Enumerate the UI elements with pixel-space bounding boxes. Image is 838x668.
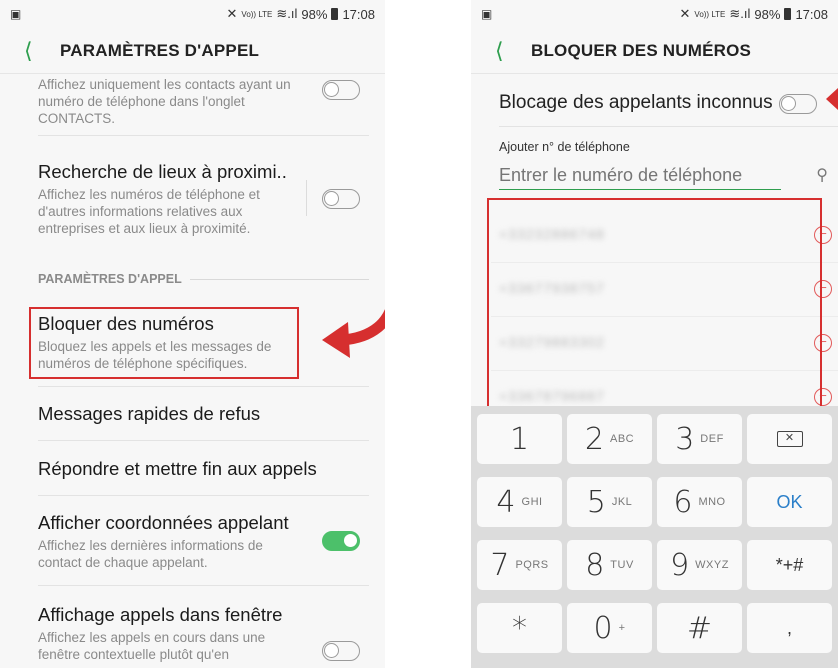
red-arrow-icon [322, 308, 385, 358]
setting-description: Affichez les numéros de téléphone et d'a… [38, 187, 260, 236]
battery-level: 98% [301, 6, 328, 22]
wifi-signal-icon: ≋.ıl [729, 6, 751, 21]
setting-answer-end-calls[interactable]: Répondre et mettre fin aux appels [38, 457, 369, 481]
highlight-box [29, 307, 299, 379]
caller-info-toggle[interactable] [322, 531, 360, 551]
key-3[interactable]: 3 DEF [657, 414, 742, 464]
page-title: PARAMÈTRES D'APPEL [60, 40, 260, 60]
key-star[interactable]: * [477, 603, 562, 653]
nearby-places-toggle[interactable] [322, 189, 360, 209]
contacts-filter-toggle[interactable] [322, 80, 360, 100]
battery-icon [331, 8, 339, 20]
add-number-label-row: Ajouter n° de téléphone [499, 138, 838, 156]
divider [38, 135, 369, 136]
divider [38, 585, 369, 586]
divider [38, 440, 369, 441]
key-1[interactable]: 1 [477, 414, 562, 464]
add-number-label: Ajouter n° de téléphone [499, 140, 630, 154]
setting-description: Affichez uniquement les contacts ayant u… [38, 77, 291, 126]
setting-description: Affichez les appels en cours dans une fe… [38, 630, 266, 662]
page-title: BLOQUER DES NUMÉROS [531, 40, 752, 60]
red-pointer-icon [826, 88, 838, 110]
key-symbols[interactable]: *+# [747, 540, 832, 590]
setting-title: Affichage appels dans fenêtre [38, 604, 283, 625]
key-2[interactable]: 2 ABC [567, 414, 652, 464]
mute-icon: ✕ [226, 6, 238, 21]
setting-title: Répondre et mettre fin aux appels [38, 458, 317, 479]
left-screen: ▣ ✕ Vo)) LTE ≋.ıl 98% 17:08 ⟨ PARAMÈTRES… [0, 0, 385, 668]
battery-level: 98% [754, 6, 781, 22]
section-header: PARAMÈTRES D'APPEL [38, 272, 369, 286]
unknown-callers-label: Blocage des appelants inconnus [499, 92, 773, 113]
divider [38, 495, 369, 496]
status-bar: ▣ ✕ Vo)) LTE ≋.ıl 98% 17:08 [471, 0, 838, 28]
key-0[interactable]: 0 + [567, 603, 652, 653]
key-9[interactable]: 9 WXYZ [657, 540, 742, 590]
toggle-knob [324, 643, 339, 658]
key-comma[interactable]: , [747, 603, 832, 653]
setting-quick-decline-messages[interactable]: Messages rapides de refus [38, 402, 369, 426]
key-6[interactable]: 6 MNO [657, 477, 742, 527]
unknown-callers-toggle[interactable] [779, 94, 817, 114]
highlight-box [487, 198, 822, 408]
back-chevron-icon[interactable]: ⟨ [495, 38, 531, 64]
back-chevron-icon[interactable]: ⟨ [24, 38, 60, 64]
key-ok[interactable]: OK [747, 477, 832, 527]
clock: 17:08 [795, 6, 828, 22]
key-backspace[interactable]: ✕ [747, 414, 832, 464]
key-4[interactable]: 4 GHI [477, 477, 562, 527]
setting-nearby-places[interactable]: Recherche de lieux à proximi.. Affichez … [38, 160, 369, 237]
phone-number-input[interactable] [499, 162, 781, 190]
key-7[interactable]: 7 PQRS [477, 540, 562, 590]
setting-title: Messages rapides de refus [38, 403, 261, 424]
vertical-separator [306, 180, 307, 216]
setting-title: Recherche de lieux à proximi.. [38, 161, 287, 182]
app-bar: ⟨ BLOQUER DES NUMÉROS [471, 28, 838, 74]
setting-show-caller-info[interactable]: Afficher coordonnées appelant Affichez l… [38, 511, 369, 571]
numeric-keypad: 1 2 ABC 3 DEF ✕ 4 GHI 5 JKL 6 MNO OK 7 PQRS 8T… [471, 406, 838, 668]
divider [499, 126, 838, 127]
volte-icon: Vo)) LTE [241, 9, 273, 19]
toggle-knob [781, 96, 796, 111]
right-screen: ▣ ✕ Vo)) LTE ≋.ıl 98% 17:08 ⟨ BLOQUER DE… [471, 0, 838, 668]
setting-description: Affichez les dernières informations de c… [38, 538, 263, 570]
popup-calls-toggle[interactable] [322, 641, 360, 661]
toggle-knob [324, 82, 339, 97]
app-bar: ⟨ PARAMÈTRES D'APPEL [0, 28, 385, 74]
mute-icon: ✕ [679, 6, 691, 21]
setting-contacts-with-number[interactable]: Affichez uniquement les contacts ayant u… [38, 74, 369, 127]
divider [38, 386, 369, 387]
key-5[interactable]: 5 JKL [567, 477, 652, 527]
section-header-label: PARAMÈTRES D'APPEL [38, 272, 182, 286]
key-hash[interactable]: # [657, 603, 742, 653]
toggle-knob [324, 191, 339, 206]
contact-picker-icon[interactable]: ⚲ [816, 165, 828, 185]
key-8[interactable]: 8 TUV [567, 540, 652, 590]
sim-icon: ▣ [10, 7, 22, 21]
backspace-icon: ✕ [776, 431, 803, 447]
section-line [189, 278, 369, 280]
status-bar: ▣ ✕ Vo)) LTE ≋.ıl 98% 17:08 [0, 0, 385, 28]
setting-title: Afficher coordonnées appelant [38, 512, 289, 533]
sim-icon: ▣ [481, 7, 493, 21]
clock: 17:08 [342, 6, 375, 22]
battery-icon [784, 8, 792, 20]
toggle-knob [343, 533, 358, 548]
wifi-signal-icon: ≋.ıl [276, 6, 298, 21]
setting-popup-calls[interactable]: Affichage appels dans fenêtre Affichez l… [38, 603, 369, 663]
volte-icon: Vo)) LTE [694, 9, 726, 19]
